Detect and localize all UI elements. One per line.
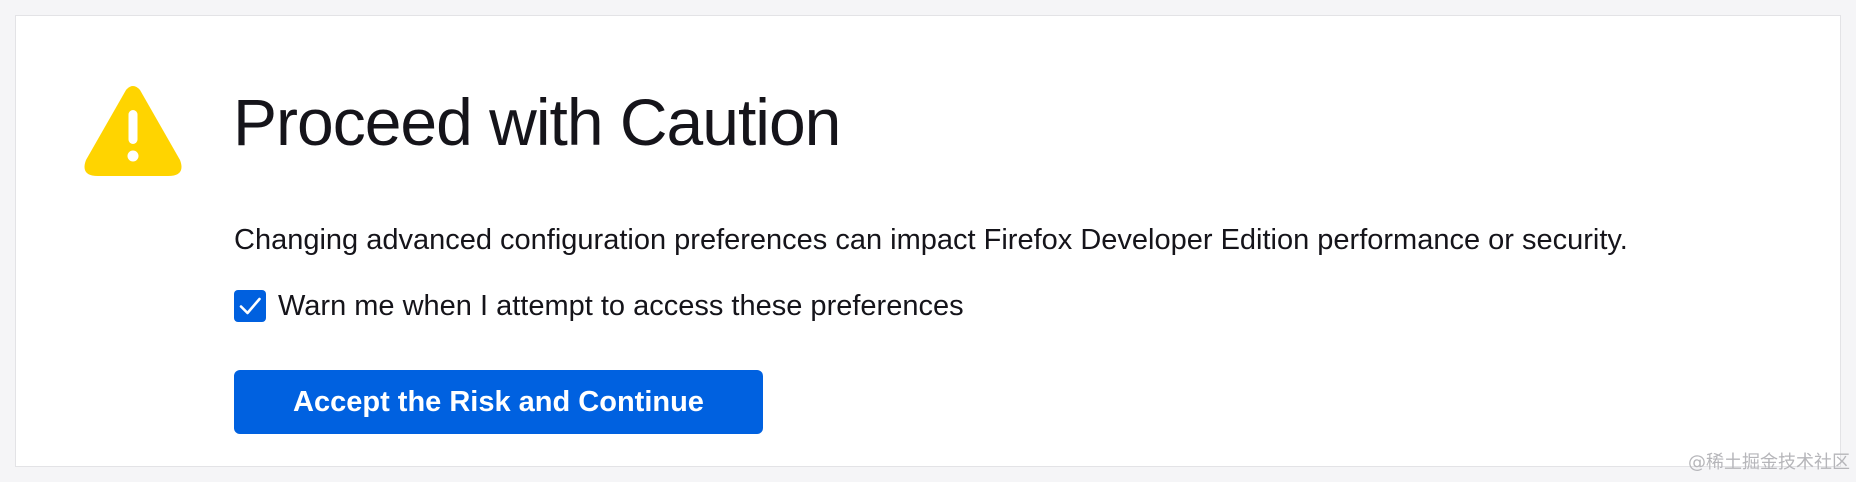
warning-icon	[82, 84, 184, 180]
warn-preference-toggle[interactable]: Warn me when I attempt to access these p…	[234, 288, 964, 324]
accept-risk-button[interactable]: Accept the Risk and Continue	[234, 370, 763, 434]
warn-checkbox-label: Warn me when I attempt to access these p…	[278, 290, 964, 322]
page-title: Proceed with Caution	[233, 85, 841, 159]
warn-checkbox[interactable]	[234, 290, 266, 322]
watermark: @稀土掘金技术社区	[1688, 452, 1850, 473]
page: Proceed with Caution Changing advanced c…	[0, 0, 1856, 482]
checkmark-icon	[239, 297, 261, 315]
warning-description: Changing advanced configuration preferen…	[234, 224, 1628, 256]
